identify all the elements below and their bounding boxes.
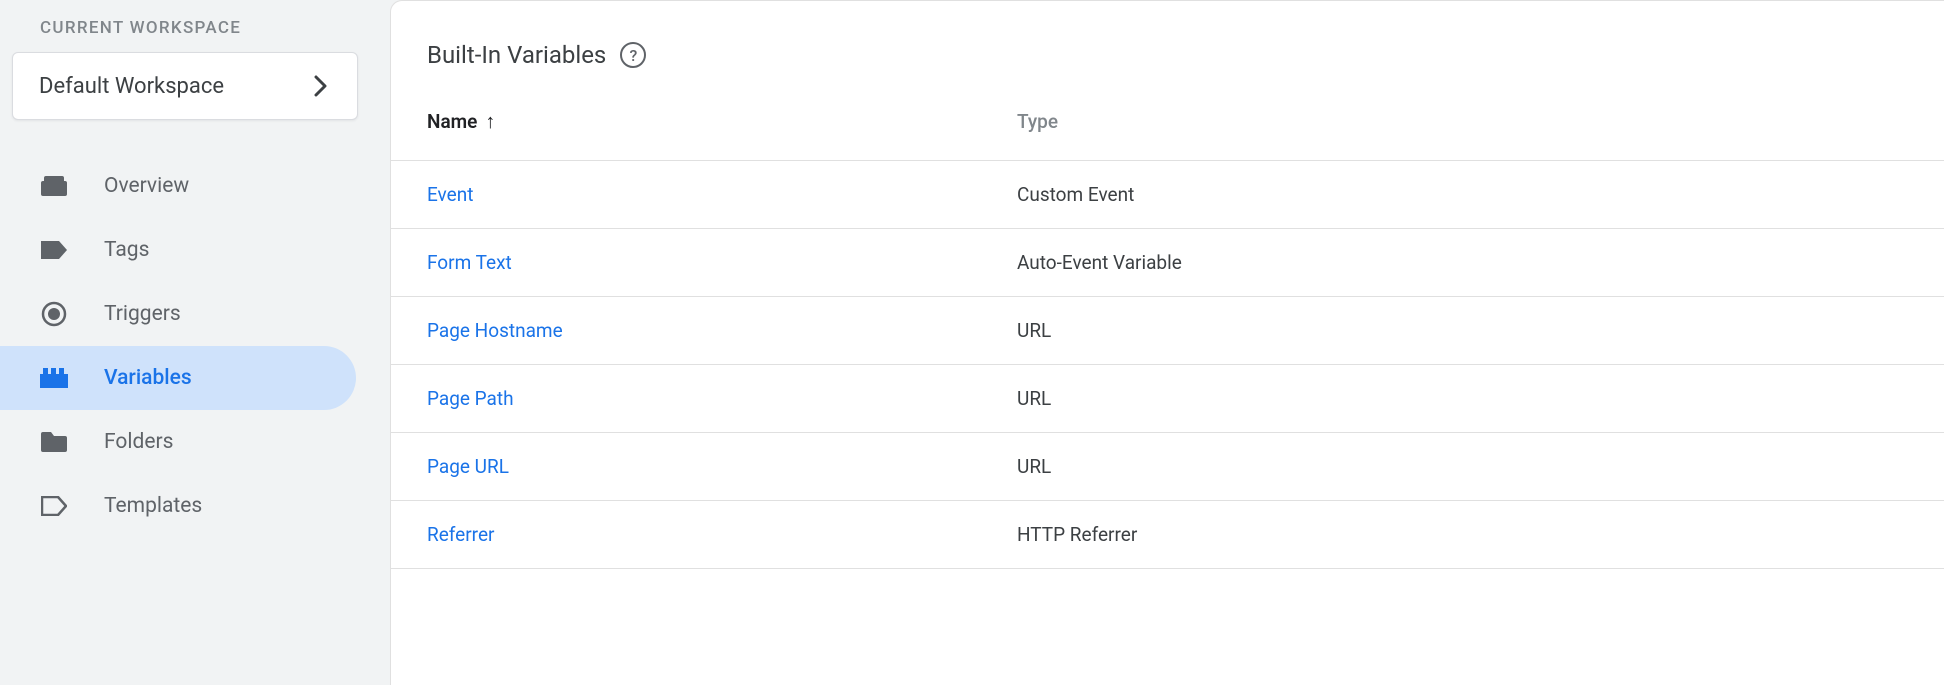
nav-item-label: Triggers	[104, 302, 181, 326]
variable-link[interactable]: Page Hostname	[427, 319, 563, 342]
variable-type: Auto-Event Variable	[981, 229, 1944, 297]
nav-item-label: Folders	[104, 430, 173, 454]
nav-item-variables[interactable]: Variables	[0, 346, 356, 410]
help-icon[interactable]: ?	[620, 42, 646, 68]
column-header-name[interactable]: Name ↑	[391, 109, 981, 161]
variable-link[interactable]: Page Path	[427, 387, 514, 410]
variable-type: URL	[981, 433, 1944, 501]
column-header-label: Type	[1017, 110, 1058, 133]
nav-item-triggers[interactable]: Triggers	[0, 282, 356, 346]
column-header-type[interactable]: Type	[981, 109, 1944, 161]
nav-item-tags[interactable]: Tags	[0, 218, 356, 282]
tag-icon	[40, 241, 68, 259]
table-row[interactable]: Event Custom Event	[391, 161, 1944, 229]
table-row[interactable]: Page URL URL	[391, 433, 1944, 501]
variable-type: HTTP Referrer	[981, 501, 1944, 569]
variable-link[interactable]: Referrer	[427, 523, 494, 546]
trigger-icon	[40, 301, 68, 327]
card-title: Built-In Variables	[427, 41, 606, 69]
table-row[interactable]: Page Hostname URL	[391, 297, 1944, 365]
table-row[interactable]: Page Path URL	[391, 365, 1944, 433]
variable-link[interactable]: Event	[427, 183, 473, 206]
variable-type: Custom Event	[981, 161, 1944, 229]
nav-item-label: Variables	[104, 366, 192, 390]
sidebar: CURRENT WORKSPACE Default Workspace Over…	[0, 0, 390, 685]
variable-link[interactable]: Page URL	[427, 455, 509, 478]
template-icon	[40, 496, 68, 516]
current-workspace-label: CURRENT WORKSPACE	[0, 18, 390, 38]
card-header: Built-In Variables ?	[391, 41, 1944, 69]
workspace-selector[interactable]: Default Workspace	[12, 52, 358, 120]
chevron-right-icon	[307, 75, 335, 97]
variable-type: URL	[981, 365, 1944, 433]
folder-icon	[40, 432, 68, 452]
sort-asc-icon: ↑	[485, 109, 495, 133]
variable-link[interactable]: Form Text	[427, 251, 512, 274]
main-panel: Built-In Variables ? Name ↑ Type Event Cu…	[390, 0, 1944, 685]
side-nav: Overview Tags Triggers Variables Folders	[0, 154, 390, 538]
table-row[interactable]: Referrer HTTP Referrer	[391, 501, 1944, 569]
workspace-name: Default Workspace	[39, 74, 224, 99]
variables-icon	[40, 368, 68, 388]
overview-icon	[40, 176, 68, 196]
nav-item-label: Overview	[104, 174, 189, 198]
table-row[interactable]: Form Text Auto-Event Variable	[391, 229, 1944, 297]
nav-item-overview[interactable]: Overview	[0, 154, 356, 218]
nav-item-label: Templates	[104, 494, 202, 518]
nav-item-templates[interactable]: Templates	[0, 474, 356, 538]
nav-item-label: Tags	[104, 238, 149, 262]
column-header-label: Name	[427, 110, 477, 133]
nav-item-folders[interactable]: Folders	[0, 410, 356, 474]
variable-type: URL	[981, 297, 1944, 365]
variables-table: Name ↑ Type Event Custom Event Form Text …	[391, 109, 1944, 569]
